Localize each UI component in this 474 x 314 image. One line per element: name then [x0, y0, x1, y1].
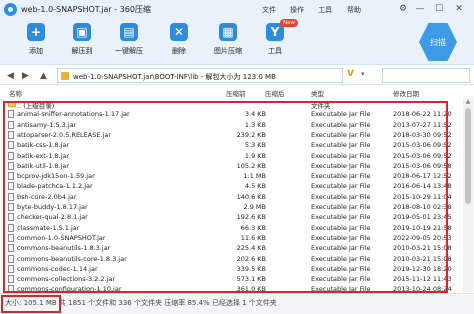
verified-icon: V: [347, 69, 354, 79]
one-click-extract-icon: ▤: [120, 23, 138, 41]
search-input[interactable]: [382, 68, 470, 83]
status-highlight-box: [1, 295, 61, 313]
minimize-icon[interactable]: —: [413, 2, 427, 16]
path-field[interactable]: web-1.0-SNAPSHOT.jar\BOOT-INF\lib - 解包大小…: [57, 68, 343, 83]
image-compress-button[interactable]: ▦ 图片压缩: [205, 23, 251, 61]
back-arrow-icon[interactable]: ◀: [5, 70, 16, 81]
image-compress-label: 图片压缩: [214, 47, 242, 55]
delete-label: 删除: [172, 47, 186, 55]
forward-arrow-icon[interactable]: ▶: [20, 70, 31, 81]
scroll-up-icon[interactable]: ▲: [463, 98, 473, 106]
app-logo-icon: [4, 3, 17, 16]
menu-operate[interactable]: 操作: [290, 5, 304, 15]
maximize-icon[interactable]: ☐: [432, 2, 446, 16]
header-name[interactable]: 名称: [9, 88, 22, 98]
header-compressed[interactable]: 压缩前: [226, 88, 246, 98]
extract-to-label: 解压到: [71, 47, 93, 55]
image-compress-icon: ▦: [219, 23, 237, 41]
delete-button[interactable]: ✕ 删除: [156, 23, 202, 61]
add-button[interactable]: + 添加: [13, 23, 59, 61]
column-headers: 名称 压缩前 压缩后 类型 修改日期: [0, 86, 474, 98]
header-modified[interactable]: 修改日期: [393, 88, 419, 98]
new-badge: New: [280, 19, 298, 27]
one-click-extract-button[interactable]: ▤ 一键解压: [106, 23, 152, 61]
extract-to-icon: ▣: [73, 23, 91, 41]
tools-button[interactable]: Y New 工具: [252, 19, 298, 61]
path-text: web-1.0-SNAPSHOT.jar\BOOT-INF\lib - 解包大小…: [73, 73, 276, 81]
one-click-extract-label: 一键解压: [115, 47, 143, 55]
add-icon: +: [27, 23, 45, 41]
up-folder-icon[interactable]: ▲: [38, 70, 49, 81]
toolbar: + 添加 ▣ 解压到 ▤ 一键解压 ✕ 删除 ▦ 图片压缩 Y New 工具: [0, 19, 474, 65]
scroll-thumb[interactable]: [465, 108, 471, 204]
archive-icon: [61, 72, 69, 80]
address-bar: ◀ ▶ ▲ web-1.0-SNAPSHOT.jar\BOOT-INF\lib …: [0, 66, 474, 85]
delete-icon: ✕: [170, 23, 188, 41]
status-bar: 大小: 105.1 MB 共 1851 个文件和 336 个文件夹 压缩率 85…: [0, 293, 474, 314]
window-title: web-1.0-SNAPSHOT.jar - 360压缩: [21, 5, 151, 14]
menu-file[interactable]: 文件: [262, 5, 276, 15]
path-dropdown-icon[interactable]: ▾: [361, 70, 365, 78]
add-label: 添加: [29, 47, 43, 55]
scrollbar[interactable]: ▲: [463, 98, 473, 292]
skin-icon[interactable]: ⚙: [396, 2, 410, 16]
menu-help[interactable]: 帮助: [347, 5, 361, 15]
title-bar: web-1.0-SNAPSHOT.jar - 360压缩 文件 操作 工具 帮助…: [0, 0, 474, 19]
header-packed[interactable]: 压缩后: [265, 88, 285, 98]
header-type[interactable]: 类型: [311, 88, 324, 98]
highlight-box: [3, 101, 448, 293]
extract-to-button[interactable]: ▣ 解压到: [59, 23, 105, 61]
tools-label: 工具: [268, 47, 282, 55]
close-icon[interactable]: ✕: [452, 2, 466, 16]
menu-tools[interactable]: 工具: [318, 5, 332, 15]
